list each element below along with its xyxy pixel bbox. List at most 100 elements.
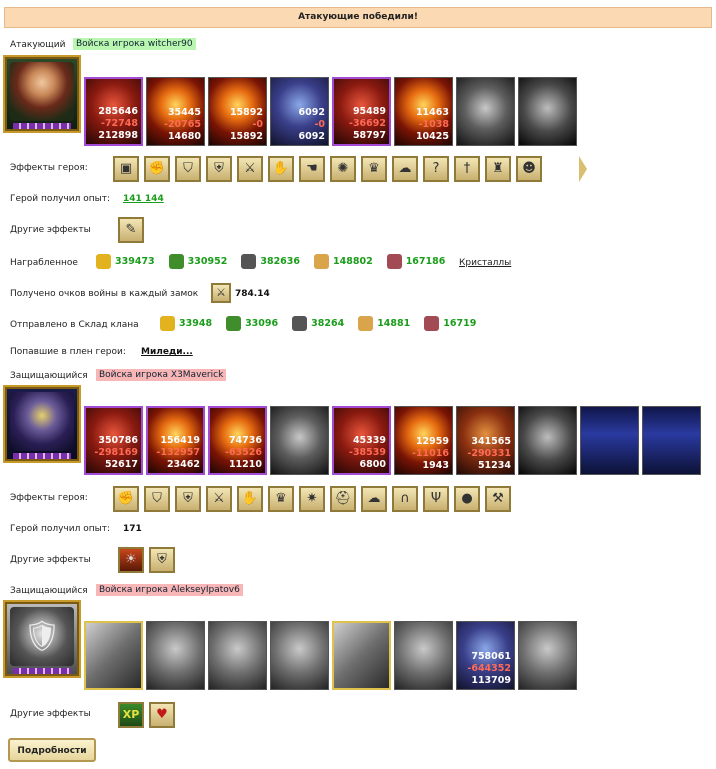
resource-value: 33096: [245, 318, 279, 329]
captured-hero-link[interactable]: Миледи...: [141, 347, 193, 357]
creature-icon: [271, 622, 328, 689]
scroll-right-icon[interactable]: [579, 156, 587, 182]
wheat-icon: [314, 254, 330, 269]
defender2-unit-6[interactable]: [394, 621, 453, 690]
attacker-effects-row: ▣ ✊ ⛉ ⛨ ⚔ ✋ ☚ ✺ ♛ ☁? † ♜ ☻: [113, 156, 542, 182]
resource-value: 148802: [333, 256, 373, 267]
defender2-troops-tag[interactable]: Войска игрока AlekseyIpatov6: [96, 584, 243, 596]
unit-initial-count: 156419: [160, 435, 200, 446]
attacker-hero-portrait[interactable]: [3, 55, 81, 133]
helm-icon[interactable]: ⛑: [330, 486, 356, 512]
crystal-icon: [386, 254, 402, 269]
ghost-icon[interactable]: ☁: [361, 486, 387, 512]
unit-initial-count: 12959: [415, 436, 449, 447]
defender2-unit-4[interactable]: [270, 621, 329, 690]
attacker-unit-6[interactable]: 11463 -1038 10425: [394, 77, 453, 146]
crystals-link[interactable]: Кристаллы: [459, 258, 511, 268]
unit-initial-count: 285646: [98, 106, 138, 117]
shield-red-icon[interactable]: ⛨: [206, 156, 232, 182]
attacker-unit-5[interactable]: 95489 -36692 58797: [332, 77, 391, 146]
unit-lost-count: -11016: [412, 448, 449, 459]
defender1-effects-label: Эффекты героя:: [10, 493, 88, 503]
attacker-troops-tag[interactable]: Войска игрока witcher90: [73, 38, 196, 50]
mask-icon[interactable]: ☻: [516, 156, 542, 182]
fist-icon[interactable]: ✊: [113, 486, 139, 512]
defender1-unit-1[interactable]: 350786 -298169 52617: [84, 406, 143, 475]
shield-red-icon[interactable]: ⛨: [175, 486, 201, 512]
unit-counts: 15892 -0 15892: [230, 107, 263, 143]
hero-face-icon: [10, 62, 74, 121]
defender2-role-label: Защищающийся: [10, 586, 88, 596]
creature-icon: [457, 78, 514, 145]
crown-icon[interactable]: ♛: [268, 486, 294, 512]
trident-icon[interactable]: Ψ: [423, 486, 449, 512]
defender1-effects-row: ✊ ⛉ ⛨ ⚔ ✋ ♛ ✷ ⛑ ☁ ∩ Ψ ● ⚒: [113, 486, 511, 512]
defender2-unit-1[interactable]: [84, 621, 143, 690]
ghost-icon[interactable]: ☁: [392, 156, 418, 182]
unit-remaining-count: 15892: [229, 131, 263, 142]
axe-icon[interactable]: ⚒: [485, 486, 511, 512]
plunder-resources: 339473 330952 382636 148802 167186: [96, 254, 445, 269]
defender2-hero-portrait[interactable]: 🛡: [3, 600, 81, 678]
defender2-unit-2[interactable]: [146, 621, 205, 690]
scroll-effect-icon[interactable]: ✎: [118, 217, 144, 243]
crown-icon[interactable]: ♛: [361, 156, 387, 182]
web-icon[interactable]: ✷: [299, 486, 325, 512]
fire-effect-icon[interactable]: ☀: [118, 547, 144, 573]
hand-icon[interactable]: ☚: [299, 156, 325, 182]
defender2-unit-3[interactable]: [208, 621, 267, 690]
heart-icon[interactable]: ♥: [149, 702, 175, 728]
orb-icon[interactable]: ●: [454, 486, 480, 512]
attacker-unit-row: 285646 -72748 212898 35445 -20765 14680 15892-…: [84, 77, 577, 146]
unit-counts: 350786 -298169 52617: [94, 435, 138, 471]
attacker-unit-1[interactable]: 285646 -72748 212898: [84, 77, 143, 146]
defender1-unit-9[interactable]: [580, 406, 639, 475]
unit-counts: 6092 -0 6092: [299, 107, 325, 143]
shield-icon[interactable]: ⛉: [144, 486, 170, 512]
chest-icon[interactable]: ▣: [113, 156, 139, 182]
unit-remaining-count: 11210: [228, 459, 262, 470]
defender1-unit-2[interactable]: 156419 -132957 23462: [146, 406, 205, 475]
unit-initial-count: 6092: [298, 107, 325, 118]
attacker-unit-4[interactable]: 6092 -0 6092: [270, 77, 329, 146]
defender1-unit-6[interactable]: 12959 -11016 1943: [394, 406, 453, 475]
ore-icon: [241, 254, 257, 269]
unit-remaining-count: 113709: [471, 675, 511, 686]
question-icon[interactable]: ?: [423, 156, 449, 182]
defender1-troops-tag[interactable]: Войска игрока X3Maverick: [96, 369, 227, 381]
creature-icon: [581, 407, 638, 474]
defender1-unit-7[interactable]: 341565 -290331 51234: [456, 406, 515, 475]
attacker-unit-7[interactable]: [456, 77, 515, 146]
handshake-icon[interactable]: ✋: [268, 156, 294, 182]
defender2-unit-8[interactable]: [518, 621, 577, 690]
tower-icon[interactable]: ♜: [485, 156, 511, 182]
sword-icon[interactable]: ⚔: [206, 486, 232, 512]
sigil-icon[interactable]: ✺: [330, 156, 356, 182]
defender1-unit-3[interactable]: 74736 -63526 11210: [208, 406, 267, 475]
attacker-unit-3[interactable]: 15892 -0 15892: [208, 77, 267, 146]
defender1-exp-value: 171: [123, 524, 142, 534]
sword-icon[interactable]: ⚔: [237, 156, 263, 182]
attacker-unit-2[interactable]: 35445 -20765 14680: [146, 77, 205, 146]
details-button[interactable]: Подробности: [8, 738, 96, 762]
defender2-unit-7[interactable]: 758061 -644352 113709: [456, 621, 515, 690]
defender1-unit-4[interactable]: [270, 406, 329, 475]
handshake-icon[interactable]: ✋: [237, 486, 263, 512]
defender2-unit-5[interactable]: [332, 621, 391, 690]
horseshoe-icon[interactable]: ∩: [392, 486, 418, 512]
unit-counts: 11463 -1038 10425: [416, 107, 449, 143]
defender1-unit-8[interactable]: [518, 406, 577, 475]
creature-icon: [86, 623, 141, 688]
unit-lost-count: -132957: [156, 447, 200, 458]
defender1-unit-10[interactable]: [642, 406, 701, 475]
defender1-unit-5[interactable]: 45339 -38539 6800: [332, 406, 391, 475]
fist-icon[interactable]: ✊: [144, 156, 170, 182]
blade-icon[interactable]: †: [454, 156, 480, 182]
attacker-unit-8[interactable]: [518, 77, 577, 146]
shield-red-icon[interactable]: ⛨: [149, 547, 175, 573]
shield-icon[interactable]: ⛉: [175, 156, 201, 182]
xp-icon[interactable]: XP: [118, 702, 144, 728]
attacker-exp-value[interactable]: 141 144: [123, 194, 164, 204]
defender1-hero-portrait[interactable]: [3, 385, 81, 463]
tree-icon: [168, 254, 184, 269]
